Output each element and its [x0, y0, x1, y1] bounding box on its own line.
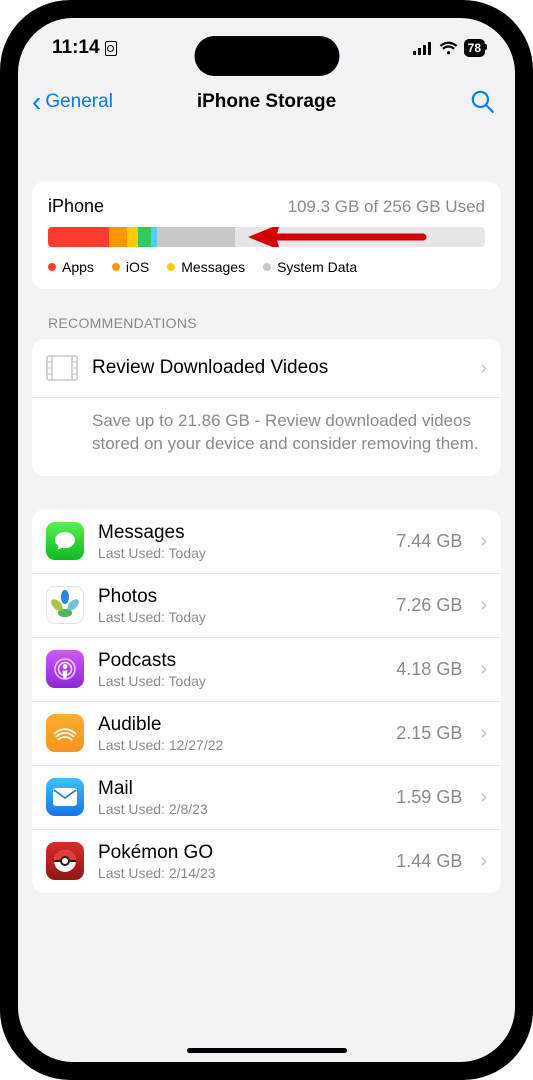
- recommendation-card[interactable]: Review Downloaded Videos › Save up to 21…: [32, 339, 501, 476]
- app-name: Mail: [98, 778, 382, 800]
- storage-bar: [48, 227, 485, 247]
- legend-label: iOS: [126, 259, 149, 275]
- podcasts-app-icon: [46, 650, 84, 688]
- storage-segment: [109, 227, 126, 247]
- orientation-lock-icon: [105, 41, 117, 56]
- app-size: 1.59 GB: [396, 787, 462, 808]
- legend-dot-icon: [263, 263, 271, 271]
- legend-item: Apps: [48, 259, 94, 275]
- app-last-used: Last Used: Today: [98, 545, 382, 561]
- app-size: 7.44 GB: [396, 531, 462, 552]
- app-row[interactable]: Pokémon GOLast Used: 2/14/23 1.44 GB ›: [32, 830, 501, 893]
- photos-app-icon: [46, 586, 84, 624]
- nav-bar: ‹ General iPhone Storage: [18, 78, 515, 126]
- chevron-left-icon: ‹: [32, 88, 41, 116]
- chevron-right-icon: ›: [480, 594, 487, 617]
- chevron-right-icon: ›: [480, 850, 487, 873]
- app-row[interactable]: MailLast Used: 2/8/23 1.59 GB ›: [32, 766, 501, 830]
- search-icon: [469, 88, 495, 114]
- legend-label: System Data: [277, 259, 357, 275]
- legend-dot-icon: [112, 263, 120, 271]
- storage-segment: [157, 227, 234, 247]
- legend-item: Messages: [167, 259, 245, 275]
- app-size: 7.26 GB: [396, 595, 462, 616]
- wifi-icon: [439, 41, 458, 55]
- app-name: Messages: [98, 522, 382, 544]
- recommendation-description: Save up to 21.86 GB - Review downloaded …: [32, 397, 501, 476]
- recommendations-header: RECOMMENDATIONS: [48, 315, 497, 331]
- storage-legend: Apps iOS Messages System Data: [48, 259, 485, 275]
- chevron-right-icon: ›: [480, 722, 487, 745]
- legend-dot-icon: [48, 263, 56, 271]
- chevron-right-icon: ›: [480, 530, 487, 553]
- app-row[interactable]: PhotosLast Used: Today 7.26 GB ›: [32, 574, 501, 638]
- search-button[interactable]: [469, 88, 495, 114]
- legend-dot-icon: [167, 263, 175, 271]
- arrow-annotation: [248, 227, 428, 247]
- storage-segment: [127, 227, 138, 247]
- app-row[interactable]: PodcastsLast Used: Today 4.18 GB ›: [32, 638, 501, 702]
- app-size: 1.44 GB: [396, 851, 462, 872]
- chevron-right-icon: ›: [480, 786, 487, 809]
- home-indicator[interactable]: [187, 1048, 347, 1053]
- storage-used-text: 109.3 GB of 256 GB Used: [287, 197, 485, 217]
- back-label: General: [45, 91, 113, 113]
- app-row[interactable]: AudibleLast Used: 12/27/22 2.15 GB ›: [32, 702, 501, 766]
- pokemon-app-icon: [46, 842, 84, 880]
- legend-label: Apps: [62, 259, 94, 275]
- legend-label: Messages: [181, 259, 245, 275]
- status-time: 11:14: [52, 37, 100, 59]
- device-name: iPhone: [48, 196, 104, 217]
- app-name: Pokémon GO: [98, 842, 382, 864]
- app-row[interactable]: MessagesLast Used: Today 7.44 GB ›: [32, 510, 501, 574]
- recommendation-title: Review Downloaded Videos: [92, 357, 466, 379]
- legend-item: iOS: [112, 259, 149, 275]
- storage-segment: [48, 227, 109, 247]
- screen: 11:14 78 ‹ General iPhone Storage: [18, 18, 515, 1062]
- legend-item: System Data: [263, 259, 357, 275]
- chevron-right-icon: ›: [480, 357, 487, 380]
- app-last-used: Last Used: 2/8/23: [98, 801, 382, 817]
- app-name: Podcasts: [98, 650, 382, 672]
- app-name: Photos: [98, 586, 382, 608]
- cellular-icon: [413, 42, 433, 55]
- app-name: Audible: [98, 714, 382, 736]
- storage-segment: [138, 227, 151, 247]
- messages-app-icon: [46, 522, 84, 560]
- back-button[interactable]: ‹ General: [32, 88, 113, 116]
- app-last-used: Last Used: Today: [98, 609, 382, 625]
- app-last-used: Last Used: 2/14/23: [98, 865, 382, 881]
- app-size: 2.15 GB: [396, 723, 462, 744]
- phone-frame: 11:14 78 ‹ General iPhone Storage: [0, 0, 533, 1080]
- film-icon: [46, 355, 78, 381]
- app-size: 4.18 GB: [396, 659, 462, 680]
- app-last-used: Last Used: Today: [98, 673, 382, 689]
- storage-summary-card: iPhone 109.3 GB of 256 GB Used Apps iOS Me…: [32, 182, 501, 289]
- audible-app-icon: [46, 714, 84, 752]
- app-last-used: Last Used: 12/27/22: [98, 737, 382, 753]
- chevron-right-icon: ›: [480, 658, 487, 681]
- battery-icon: 78: [464, 39, 485, 57]
- app-list: MessagesLast Used: Today7.44 GB›PhotosLa…: [32, 510, 501, 893]
- mail-app-icon: [46, 778, 84, 816]
- dynamic-island: [194, 36, 339, 76]
